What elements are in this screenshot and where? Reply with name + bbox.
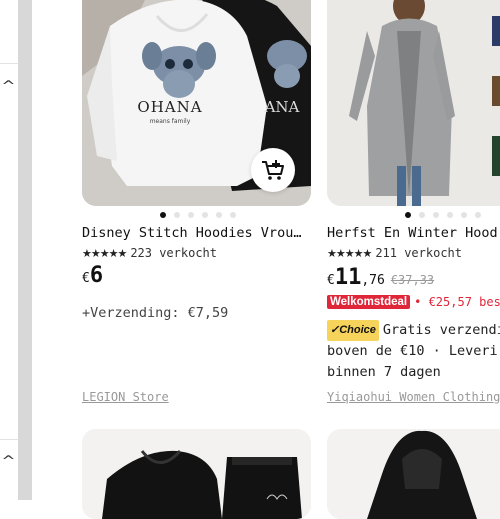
- divider: [0, 439, 18, 440]
- filter-sidebar: ^ ^: [0, 0, 18, 500]
- ohana-subtext: means family: [150, 118, 191, 125]
- carousel-dot[interactable]: [419, 212, 425, 218]
- product-price: €11,76 €37,33: [327, 265, 434, 290]
- scroll-gutter: [18, 0, 32, 500]
- store-link[interactable]: Yiqiaohui Women Clothing: [327, 390, 500, 404]
- choice-line-3: binnen 7 dagen: [327, 364, 441, 380]
- carousel-dot[interactable]: [433, 212, 439, 218]
- carousel-dot[interactable]: [230, 212, 236, 218]
- carousel-dot[interactable]: [447, 212, 453, 218]
- ohana-print-back: ANA: [264, 98, 300, 116]
- product-title[interactable]: Herfst En Winter Hood: [327, 225, 498, 241]
- chevron-up-icon[interactable]: ^: [1, 79, 15, 94]
- carousel-dot[interactable]: [475, 212, 481, 218]
- product-price: €6: [82, 263, 103, 288]
- price-currency: €: [82, 271, 90, 286]
- chevron-up-icon[interactable]: ^: [1, 454, 15, 469]
- store-link[interactable]: LEGION Store: [82, 390, 169, 404]
- choice-line-2: boven de €10 · Leveri: [327, 343, 498, 359]
- welcome-deal-row: Welkomstdeal • €25,57 bespa: [327, 295, 500, 309]
- carousel-dot[interactable]: [174, 212, 180, 218]
- product-rating: ★★★★★ 223 verkocht: [82, 246, 217, 260]
- price-decimal: ,76: [361, 273, 385, 288]
- price-currency: €: [327, 273, 335, 288]
- product-title[interactable]: Disney Stitch Hoodies Vrou…: [82, 225, 301, 241]
- star-rating-icon: ★★★★★: [327, 246, 372, 260]
- divider: [0, 63, 18, 64]
- image-carousel-dots: [405, 212, 481, 218]
- product-image[interactable]: [327, 0, 500, 206]
- carousel-dot[interactable]: [216, 212, 222, 218]
- add-to-cart-button[interactable]: [251, 148, 295, 192]
- original-price: €37,33: [390, 273, 435, 287]
- shipping-cost: +Verzending: €7,59: [82, 305, 229, 321]
- carousel-dot[interactable]: [188, 212, 194, 218]
- product-image[interactable]: [82, 429, 311, 519]
- black-hoodie-set-image: [82, 429, 311, 519]
- choice-badge: ✓Choice: [327, 320, 379, 341]
- black-zip-hoodie-image: [327, 429, 500, 519]
- star-rating-icon: ★★★★★: [82, 246, 127, 260]
- long-cardigan-image: [327, 0, 500, 206]
- savings-text: • €25,57 bespa: [414, 295, 500, 309]
- add-to-cart-icon: [262, 160, 284, 180]
- ohana-print-text: OHANA: [137, 98, 202, 116]
- choice-line-1: Gratis verzendi: [382, 322, 500, 338]
- carousel-dot[interactable]: [405, 212, 411, 218]
- carousel-dot[interactable]: [202, 212, 208, 218]
- sold-count: 211 verkocht: [375, 246, 463, 260]
- price-main: 6: [89, 263, 104, 288]
- sold-count: 223 verkocht: [130, 246, 218, 260]
- carousel-dot[interactable]: [160, 212, 166, 218]
- product-rating: ★★★★★ 211 verkocht: [327, 246, 462, 260]
- price-main: 11: [334, 265, 362, 290]
- product-image[interactable]: [327, 429, 500, 519]
- image-carousel-dots: [160, 212, 236, 218]
- carousel-dot[interactable]: [461, 212, 467, 218]
- choice-shipping-info: ✓Choice Gratis verzendi boven de €10 · Le…: [327, 320, 500, 383]
- welcome-deal-badge: Welkomstdeal: [327, 295, 411, 309]
